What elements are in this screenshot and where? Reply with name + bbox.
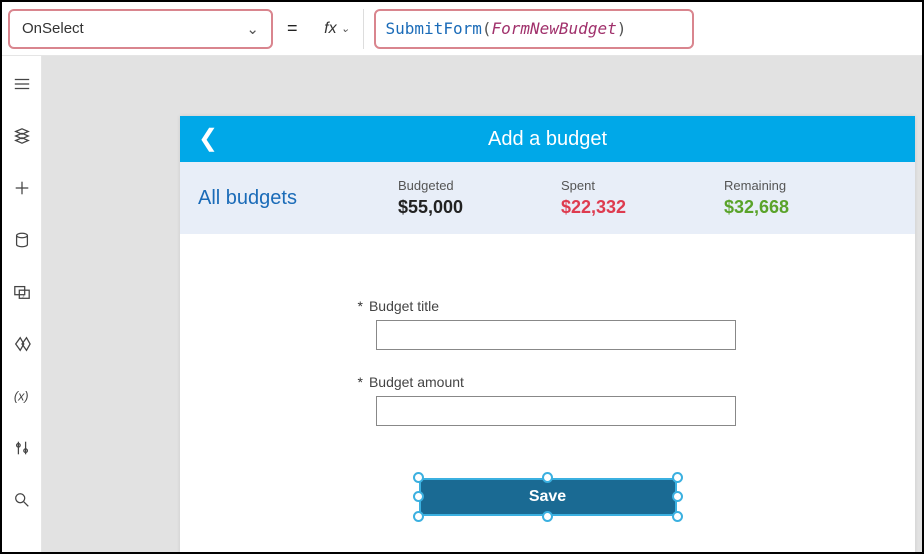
app-screen: ❮ Add a budget All budgets Budgeted $55,…: [180, 116, 915, 552]
selection-handle[interactable]: [542, 511, 553, 522]
app-header: ❮ Add a budget: [180, 116, 915, 162]
selection-handle[interactable]: [672, 472, 683, 483]
powerfx-icon[interactable]: [12, 334, 32, 354]
label-text: Budget title: [369, 298, 439, 314]
tools-icon[interactable]: [12, 438, 32, 458]
media-icon[interactable]: ♪: [12, 282, 32, 302]
field-amount: * Budget amount: [358, 374, 738, 426]
tool-rail: ♪ (x): [2, 56, 42, 552]
fx-dropdown[interactable]: fx ⌄: [312, 9, 364, 49]
budget-title-input[interactable]: [376, 320, 736, 350]
fx-label: fx: [324, 20, 336, 38]
formula-close-paren: ): [617, 19, 627, 38]
stat-label: Remaining: [724, 178, 887, 193]
equals-sign: =: [283, 18, 302, 39]
formula-argument: FormNewBudget: [491, 19, 616, 38]
selection-handle[interactable]: [542, 472, 553, 483]
required-mark: *: [358, 298, 363, 314]
chevron-down-icon: ⌄: [341, 22, 350, 35]
formula-bar: OnSelect ⌄ = fx ⌄ SubmitForm(FormNewBudg…: [2, 2, 922, 56]
property-dropdown[interactable]: OnSelect ⌄: [8, 9, 273, 49]
stat-label: Budgeted: [398, 178, 561, 193]
save-button-selection: Save: [419, 478, 677, 516]
selection-handle[interactable]: [672, 511, 683, 522]
stat-value: $22,332: [561, 197, 724, 218]
stats-bar: All budgets Budgeted $55,000 Spent $22,3…: [180, 162, 915, 234]
workspace: ♪ (x) ❮ Add a budget All budgets Budgete…: [2, 56, 922, 552]
formula-open-paren: (: [482, 19, 492, 38]
stat-budgeted: Budgeted $55,000: [398, 178, 561, 218]
data-icon[interactable]: [12, 230, 32, 250]
selection-handle[interactable]: [672, 491, 683, 502]
stat-label: Spent: [561, 178, 724, 193]
page-title: Add a budget: [180, 128, 915, 151]
variables-icon[interactable]: (x): [12, 386, 32, 406]
field-label: * Budget title: [358, 298, 738, 314]
stat-value: $55,000: [398, 197, 561, 218]
required-mark: *: [358, 374, 363, 390]
field-label: * Budget amount: [358, 374, 738, 390]
selection-handle[interactable]: [413, 472, 424, 483]
selection-handle[interactable]: [413, 511, 424, 522]
screens-icon[interactable]: [12, 126, 32, 146]
field-title: * Budget title: [358, 298, 738, 350]
property-dropdown-value: OnSelect: [22, 20, 84, 37]
stat-remaining: Remaining $32,668: [724, 178, 887, 218]
chevron-down-icon: ⌄: [246, 20, 259, 38]
formula-input[interactable]: SubmitForm(FormNewBudget): [374, 9, 694, 49]
all-budgets-link[interactable]: All budgets: [198, 187, 398, 210]
back-icon[interactable]: ❮: [198, 127, 218, 151]
search-icon[interactable]: [12, 490, 32, 510]
budget-amount-input[interactable]: [376, 396, 736, 426]
tree-icon[interactable]: [12, 74, 32, 94]
insert-icon[interactable]: [12, 178, 32, 198]
stat-value: $32,668: [724, 197, 887, 218]
selection-handle[interactable]: [413, 491, 424, 502]
form-area: * Budget title * Budget amount Save: [180, 234, 915, 552]
svg-text:♪: ♪: [22, 293, 25, 299]
label-text: Budget amount: [369, 374, 464, 390]
formula-function: SubmitForm: [386, 19, 482, 38]
svg-text:(x): (x): [13, 390, 28, 404]
canvas-area[interactable]: ❮ Add a budget All budgets Budgeted $55,…: [42, 56, 922, 552]
stat-spent: Spent $22,332: [561, 178, 724, 218]
